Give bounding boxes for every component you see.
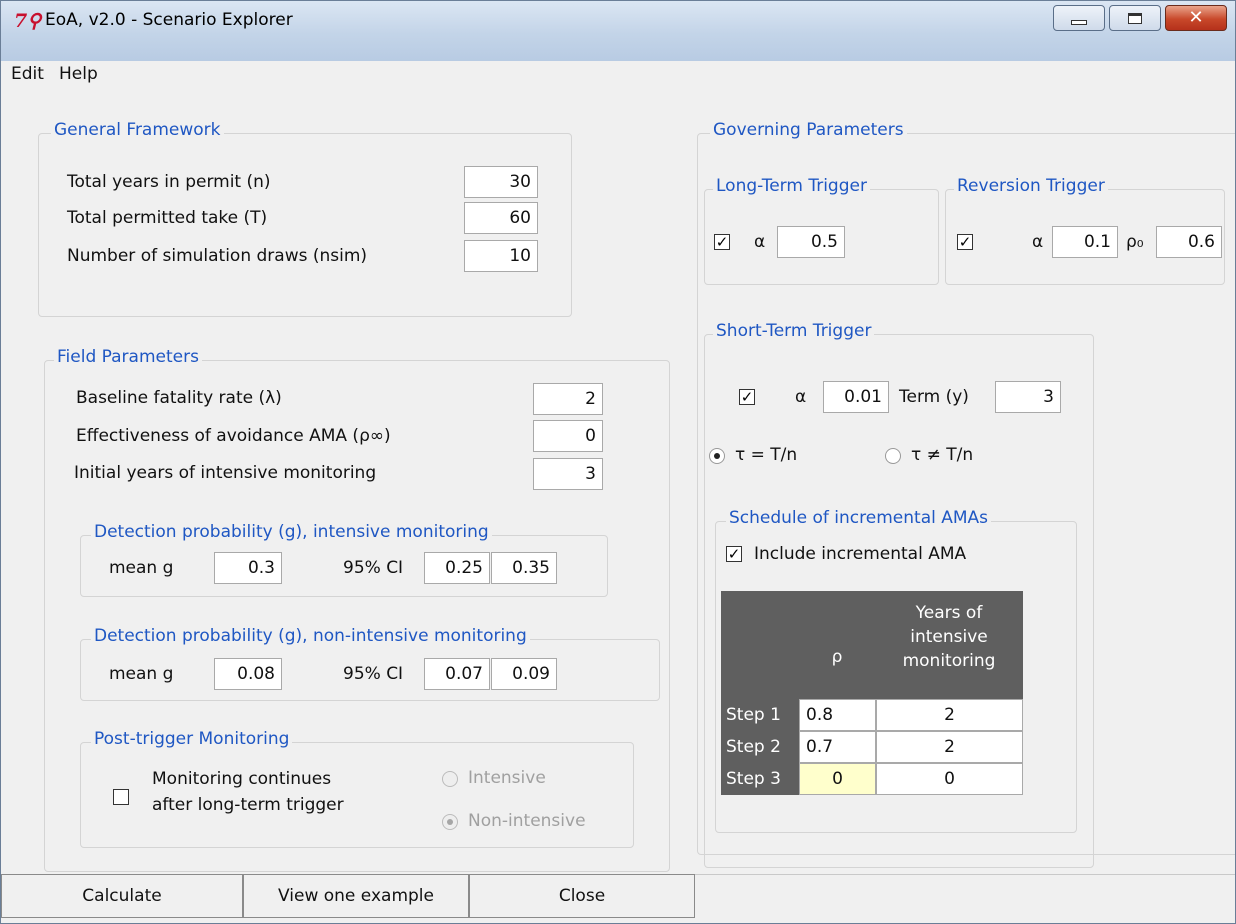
post-trigger-intensive-label: Intensive — [468, 768, 546, 788]
short-term-term-label: Term (y) — [899, 387, 969, 407]
detection-intensive-ci-high-input[interactable]: 0.35 — [491, 552, 557, 584]
step3-rho-input[interactable]: 0 — [799, 763, 876, 795]
total-years-input[interactable]: 30 — [464, 166, 538, 198]
tk-feather-icon: 7⚲ — [14, 10, 42, 32]
nsim-label: Number of simulation draws (nsim) — [67, 246, 368, 266]
step2-rho-input[interactable]: 0.7 — [799, 731, 876, 763]
step2-label: Step 2 — [721, 731, 799, 763]
title-bar[interactable]: 7⚲ EoA, v2.0 - Scenario Explorer ✕ — [1, 1, 1235, 61]
governing-parameters-frame: Governing Parameters Long-Term Trigger ✓… — [697, 120, 1235, 868]
include-incremental-ama-checkbox[interactable]: ✓ — [726, 546, 742, 562]
minimize-icon — [1071, 19, 1087, 25]
detection-nonintensive-mean-label: mean g — [109, 664, 174, 684]
general-framework-title: General Framework — [51, 120, 224, 140]
tau-equal-radio[interactable] — [709, 448, 725, 464]
total-take-label: Total permitted take (T) — [67, 208, 268, 228]
detection-nonintensive-frame: Detection probability (g), non-intensive… — [80, 626, 660, 701]
short-term-trigger-title: Short-Term Trigger — [713, 321, 875, 341]
post-trigger-nonintensive-label: Non-intensive — [468, 811, 586, 831]
col-rho-header: ρ — [831, 647, 843, 667]
calculate-button[interactable]: Calculate — [1, 874, 243, 918]
schedule-frame: Schedule of incremental AMAs ✓ Include i… — [715, 508, 1077, 833]
view-one-example-button[interactable]: View one example — [243, 874, 469, 918]
main-content: General Framework Total years in permit … — [1, 93, 1235, 923]
close-window-button[interactable]: ✕ — [1165, 5, 1227, 31]
tau-notequal-radio[interactable] — [885, 448, 901, 464]
minimize-button[interactable] — [1053, 5, 1105, 31]
short-term-trigger-frame: Short-Term Trigger ✓ α 0.01 Term (y) 3 τ… — [704, 321, 1094, 868]
reversion-rho-input[interactable]: 0.6 — [1156, 226, 1222, 258]
baseline-fatality-input[interactable]: 2 — [533, 383, 603, 415]
long-term-alpha-label: α — [754, 232, 766, 252]
post-trigger-title: Post-trigger Monitoring — [91, 729, 293, 749]
close-button[interactable]: Close — [469, 874, 695, 918]
detection-nonintensive-ci-high-input[interactable]: 0.09 — [491, 658, 557, 690]
monitoring-continues-checkbox[interactable] — [113, 789, 129, 805]
total-years-label: Total years in permit (n) — [67, 172, 271, 192]
post-trigger-frame: Post-trigger Monitoring Monitoring conti… — [80, 729, 634, 848]
short-term-trigger-checkbox[interactable]: ✓ — [739, 389, 755, 405]
detection-nonintensive-title: Detection probability (g), non-intensive… — [91, 626, 530, 646]
schedule-title: Schedule of incremental AMAs — [726, 508, 992, 528]
post-trigger-intensive-radio[interactable] — [442, 771, 458, 787]
long-term-trigger-title: Long-Term Trigger — [713, 176, 870, 196]
monitoring-continues-label-line2: after long-term trigger — [152, 795, 344, 815]
detection-intensive-ci-label: 95% CI — [343, 558, 404, 578]
step1-label: Step 1 — [721, 699, 799, 731]
app-window: 7⚲ EoA, v2.0 - Scenario Explorer ✕ Edit … — [0, 0, 1236, 924]
menu-bar: Edit Help — [1, 61, 1235, 89]
short-term-alpha-label: α — [795, 387, 807, 407]
close-icon: ✕ — [1188, 7, 1204, 28]
step1-rho-input[interactable]: 0.8 — [799, 699, 876, 731]
reversion-alpha-label: α — [1032, 232, 1044, 252]
step3-years-input[interactable]: 0 — [876, 763, 1023, 795]
step3-label: Step 3 — [721, 763, 799, 795]
detection-intensive-ci-low-input[interactable]: 0.25 — [424, 552, 490, 584]
avoidance-ama-label: Effectiveness of avoidance AMA (ρ∞) — [76, 426, 391, 446]
include-incremental-ama-label: Include incremental AMA — [754, 544, 967, 564]
reversion-rho-label: ρ₀ — [1126, 232, 1144, 252]
governing-parameters-title: Governing Parameters — [710, 120, 907, 140]
reversion-trigger-frame: Reversion Trigger ✓ α 0.1 ρ₀ 0.6 — [945, 176, 1225, 285]
long-term-trigger-checkbox[interactable]: ✓ — [714, 234, 730, 250]
initial-years-label: Initial years of intensive monitoring — [74, 463, 377, 483]
window-title: EoA, v2.0 - Scenario Explorer — [45, 10, 293, 30]
col-years-header-line3: monitoring — [902, 651, 996, 671]
detection-nonintensive-ci-label: 95% CI — [343, 664, 404, 684]
step1-years-input[interactable]: 2 — [876, 699, 1023, 731]
detection-intensive-mean-input[interactable]: 0.3 — [214, 552, 282, 584]
col-years-header-line2: intensive — [910, 627, 988, 647]
field-parameters-frame: Field Parameters Baseline fatality rate … — [44, 347, 670, 872]
nsim-input[interactable]: 10 — [464, 240, 538, 272]
detection-intensive-mean-label: mean g — [109, 558, 174, 578]
reversion-alpha-input[interactable]: 0.1 — [1052, 226, 1118, 258]
total-take-input[interactable]: 60 — [464, 202, 538, 234]
reversion-trigger-title: Reversion Trigger — [954, 176, 1108, 196]
general-framework-frame: General Framework Total years in permit … — [38, 120, 572, 317]
short-term-alpha-input[interactable]: 0.01 — [823, 381, 889, 413]
menu-edit[interactable]: Edit — [11, 64, 44, 84]
menu-help[interactable]: Help — [59, 64, 98, 84]
avoidance-ama-input[interactable]: 0 — [533, 420, 603, 452]
step2-years-input[interactable]: 2 — [876, 731, 1023, 763]
post-trigger-nonintensive-radio[interactable] — [442, 814, 458, 830]
detection-nonintensive-mean-input[interactable]: 0.08 — [214, 658, 282, 690]
reversion-trigger-checkbox[interactable]: ✓ — [957, 234, 973, 250]
tau-equal-label: τ = T/n — [735, 445, 798, 465]
detection-intensive-title: Detection probability (g), intensive mon… — [91, 522, 492, 542]
maximize-icon — [1128, 12, 1142, 24]
button-bar-spacer — [695, 874, 1235, 918]
tau-notequal-label: τ ≠ T/n — [911, 445, 974, 465]
col-years-header-line1: Years of — [915, 603, 983, 623]
initial-years-input[interactable]: 3 — [533, 458, 603, 490]
long-term-trigger-frame: Long-Term Trigger ✓ α 0.5 — [704, 176, 939, 285]
short-term-term-input[interactable]: 3 — [995, 381, 1061, 413]
detection-intensive-frame: Detection probability (g), intensive mon… — [80, 522, 608, 597]
monitoring-continues-label-line1: Monitoring continues — [152, 769, 332, 789]
detection-nonintensive-ci-low-input[interactable]: 0.07 — [424, 658, 490, 690]
long-term-alpha-input[interactable]: 0.5 — [777, 226, 845, 258]
baseline-fatality-label: Baseline fatality rate (λ) — [76, 388, 282, 408]
field-parameters-title: Field Parameters — [54, 347, 202, 367]
maximize-button[interactable] — [1109, 5, 1161, 31]
